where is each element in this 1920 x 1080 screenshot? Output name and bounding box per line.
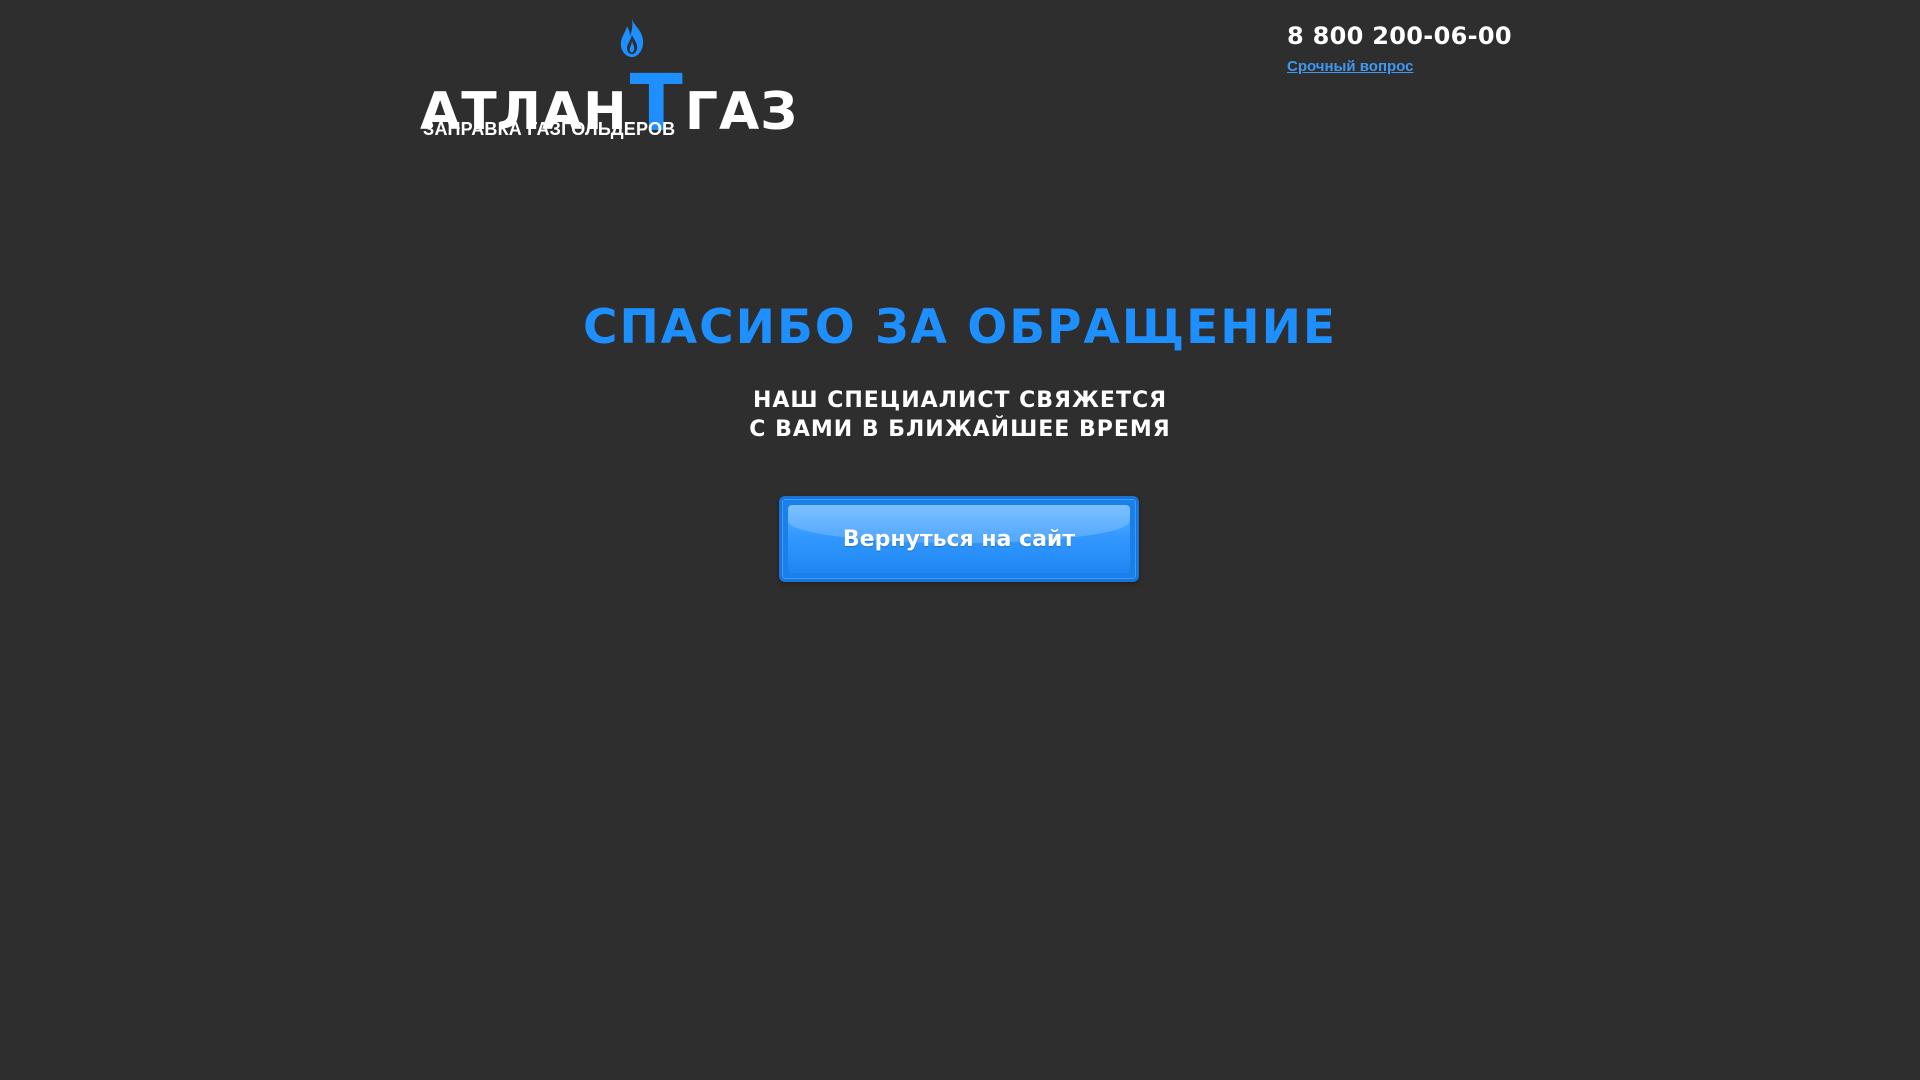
site-logo[interactable]: АТЛАН Т ГАЗ ЗАПРАВКА ГАЗГОЛЬДЕРОВ [420,18,797,143]
urgent-question-link[interactable]: Срочный вопрос [1287,58,1413,75]
header-contacts: 8 800 200-06-00 Срочный вопрос [1287,22,1512,75]
subtitle-line-2: С ВАМИ В БЛИЖАЙШЕЕ ВРЕМЯ [749,417,1171,442]
subtitle-line-1: НАШ СПЕЦИАЛИСТ СВЯЖЕТСЯ [752,388,1168,413]
logo-tagline: ЗАПРАВКА ГАЗГОЛЬДЕРОВ [423,119,676,139]
back-to-site-button[interactable]: Вернуться на сайт [779,496,1139,582]
page-subtitle: НАШ СПЕЦИАЛИСТ СВЯЖЕТСЯ С ВАМИ В БЛИЖАЙШ… [0,386,1920,444]
page-title: СПАСИБО ЗА ОБРАЩЕНИЕ [582,300,1338,355]
phone-number[interactable]: 8 800 200-06-00 [1287,22,1512,50]
thank-you-page: АТЛАН Т ГАЗ ЗАПРАВКА ГАЗГОЛЬДЕРОВ 8 800 … [0,0,1920,1080]
back-to-site-label: Вернуться на сайт [842,526,1076,552]
logo-word-right: ГАЗ [684,82,799,142]
flame-icon [620,19,644,57]
